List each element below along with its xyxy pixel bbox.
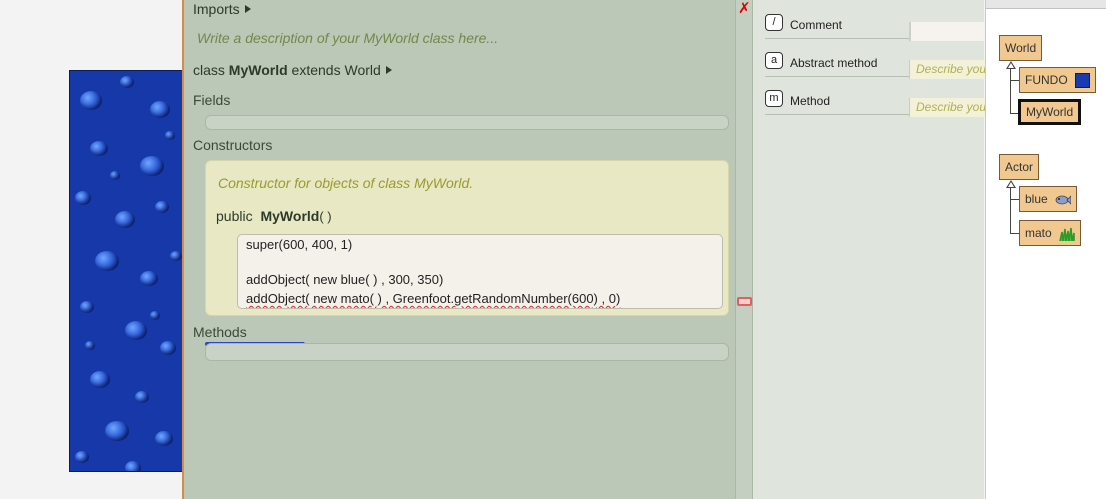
bubble xyxy=(140,156,164,177)
bubble xyxy=(75,191,91,205)
constructor-comment[interactable]: Constructor for objects of class MyWorld… xyxy=(218,175,473,191)
close-error-icon[interactable]: ✗ xyxy=(738,0,751,17)
shortcut-key: a xyxy=(765,52,783,69)
superclass-name[interactable]: World xyxy=(344,62,380,78)
bubble xyxy=(135,391,149,403)
fields-label: Fields xyxy=(193,92,231,108)
tree-line xyxy=(1010,199,1019,200)
constructor-params[interactable]: ( ) xyxy=(319,209,331,224)
imports-toggle[interactable]: Imports xyxy=(193,1,251,17)
bubble xyxy=(150,311,160,320)
extends-keyword: extends xyxy=(291,62,341,78)
bubble xyxy=(95,251,119,272)
panel-header xyxy=(986,0,1106,9)
shortcut-key: / xyxy=(765,14,783,31)
world-canvas xyxy=(69,70,185,472)
frame-cursor-marker[interactable] xyxy=(737,297,752,306)
class-name-fundo: FUNDO xyxy=(1025,73,1068,87)
bubble xyxy=(165,131,175,140)
tree-line xyxy=(1010,80,1019,81)
class-header[interactable]: class MyWorld extends World xyxy=(193,62,392,78)
class-diagram-panel: World FUNDO MyWorld Actor blue mato xyxy=(985,0,1106,499)
code-line[interactable]: addObject( new blue( ) , 300, 350) xyxy=(246,272,443,287)
class-name[interactable]: MyWorld xyxy=(229,62,288,78)
class-mato[interactable]: mato xyxy=(1019,220,1082,246)
catalogue-divider[interactable] xyxy=(735,0,753,499)
expand-triangle-icon xyxy=(244,5,251,13)
class-name-mato: mato xyxy=(1025,226,1052,240)
catalogue-item-comment[interactable]: / Comment xyxy=(765,9,985,41)
class-actor[interactable]: Actor xyxy=(999,154,1040,180)
class-comment[interactable]: Write a description of your MyWorld clas… xyxy=(197,30,498,46)
bubble xyxy=(150,101,170,118)
access-modifier: public xyxy=(216,208,253,224)
fields-slot[interactable] xyxy=(205,115,729,130)
class-blue[interactable]: blue xyxy=(1019,186,1078,212)
tree-line xyxy=(1010,69,1011,113)
bubble xyxy=(170,251,182,262)
bubble xyxy=(160,341,176,355)
imports-label: Imports xyxy=(193,1,240,17)
methods-label: Methods xyxy=(193,324,247,340)
tree-line xyxy=(1010,188,1011,233)
methods-slot[interactable] xyxy=(205,343,729,361)
class-fundo[interactable]: FUNDO xyxy=(1019,67,1097,93)
bubble xyxy=(75,451,89,463)
expand-triangle-icon xyxy=(385,66,392,74)
comment-preview xyxy=(909,22,985,41)
bubble xyxy=(125,321,147,340)
class-myworld[interactable]: MyWorld xyxy=(1018,99,1082,125)
bubble xyxy=(125,461,141,471)
bubble xyxy=(155,431,173,447)
class-world[interactable]: World xyxy=(999,35,1043,61)
editor-main-area: Imports Write a description of your MyWo… xyxy=(184,0,735,499)
bubble xyxy=(80,301,94,313)
fundo-image-icon xyxy=(1075,73,1091,89)
bubble xyxy=(120,76,134,88)
code-line-error[interactable]: addObject( new mato( ) , Greenfoot.getRa… xyxy=(246,291,620,306)
method-preview: Describe you xyxy=(909,98,985,117)
constructor-signature[interactable]: public MyWorld( ) xyxy=(216,208,332,224)
constructor-body[interactable]: super(600, 400, 1) addObject( new blue( … xyxy=(237,234,723,309)
bubble xyxy=(90,371,110,388)
constructor-name: MyWorld xyxy=(260,208,320,224)
bubble xyxy=(105,421,129,442)
bubble xyxy=(90,141,108,157)
bubble xyxy=(155,201,169,213)
bubble xyxy=(140,271,158,287)
class-editor-window: Imports Write a description of your MyWo… xyxy=(182,0,985,499)
grass-icon xyxy=(1059,227,1075,241)
class-name-blue: blue xyxy=(1025,192,1048,206)
catalogue-item-label: Comment xyxy=(790,18,843,32)
constructors-label: Constructors xyxy=(193,137,273,153)
code-line[interactable]: super(600, 400, 1) xyxy=(246,237,352,252)
catalogue-item-method[interactable]: m Method Describe you xyxy=(765,85,985,117)
bubble xyxy=(110,171,120,180)
constructor-frame[interactable]: Constructor for objects of class MyWorld… xyxy=(205,160,729,316)
catalogue-item-abstract-method[interactable]: a Abstract method Describe you xyxy=(765,47,985,79)
fish-icon xyxy=(1055,195,1072,205)
catalogue-item-label: Method xyxy=(790,94,831,108)
inheritance-arrow-icon xyxy=(1006,61,1016,69)
inheritance-arrow-icon xyxy=(1006,180,1016,188)
frame-catalogue: / Comment a Abstract method Describe you… xyxy=(753,0,985,499)
bubble xyxy=(115,211,135,228)
shortcut-key: m xyxy=(765,90,783,107)
tree-line xyxy=(1010,233,1019,234)
class-keyword: class xyxy=(193,62,225,78)
bubble xyxy=(80,91,102,110)
abstract-method-preview: Describe you xyxy=(909,60,985,79)
bubble xyxy=(85,341,95,350)
catalogue-item-label: Abstract method xyxy=(790,56,878,70)
